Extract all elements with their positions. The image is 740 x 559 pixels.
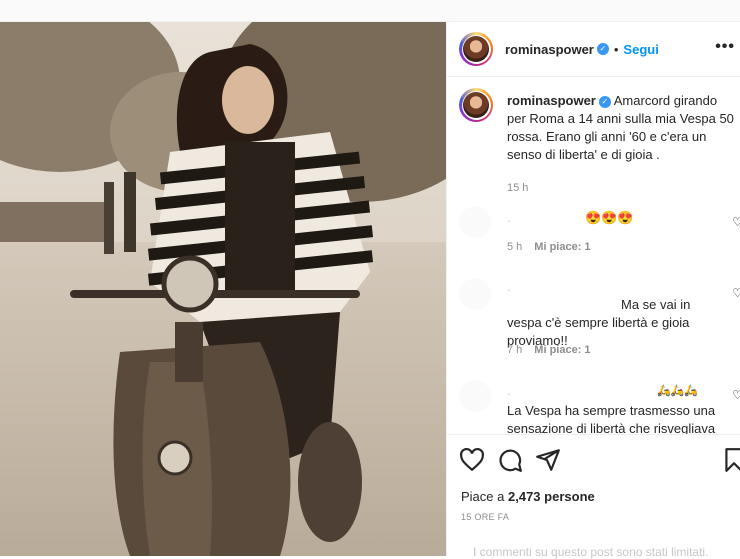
comment-likes[interactable]: Mi piace: 1 [534, 241, 590, 253]
browser-top-bar [0, 0, 740, 22]
comment-emoji: 🛵🛵🛵 [657, 385, 699, 397]
post-side-panel: rominaspower ✓ • Segui ••• rominaspower ✓… [446, 22, 740, 559]
separator-dot: • [613, 41, 619, 57]
commenter-name[interactable]: . [507, 210, 511, 225]
more-icon[interactable]: ••• [715, 38, 735, 56]
comment-likes[interactable]: Mi piace: 1 [534, 344, 590, 356]
comment-text-block: . Ma se vai in vespa c'è sempre libertà … [507, 278, 727, 350]
vespa-photo-image [0, 22, 446, 556]
comment-icon[interactable] [497, 447, 523, 473]
comment-time[interactable]: 7 h [507, 344, 522, 356]
comments-list[interactable]: rominaspower ✓ Amarcord girando per Roma … [447, 78, 740, 434]
likes-count: 2,473 [508, 489, 541, 504]
likes-prefix: Piace a [461, 489, 505, 504]
post-photo[interactable] [0, 22, 446, 556]
commenter-name[interactable]: . [507, 383, 511, 398]
caption-time[interactable]: 15 h [507, 182, 528, 194]
comment-meta: 7 h Mi piace: 1 [507, 344, 591, 356]
verified-icon: ✓ [596, 43, 609, 55]
caption-username[interactable]: rominaspower [507, 93, 596, 108]
commenter-name[interactable]: . [507, 279, 511, 294]
comment-meta: 5 h Mi piace: 1 [507, 241, 591, 253]
follow-button[interactable]: Segui [623, 42, 658, 57]
post-header: rominaspower ✓ • Segui ••• [447, 22, 740, 77]
caption-text-block: rominaspower ✓ Amarcord girando per Roma … [507, 92, 737, 164]
comment-time[interactable]: 5 h [507, 241, 522, 253]
comment-heart-icon[interactable]: ♡ [732, 388, 740, 402]
author-avatar[interactable] [459, 32, 493, 66]
post-actions: Piace a 2,473 persone 15 ORE FA I commen… [447, 434, 740, 559]
caption-avatar[interactable] [459, 88, 493, 122]
comment-text: Ma se vai in vespa c'è sempre libertà e … [507, 297, 691, 348]
commenter-avatar[interactable] [459, 206, 491, 238]
comment-heart-icon[interactable]: ♡ [732, 215, 740, 229]
comment-text: La Vespa ha sempre trasmesso una sensazi… [507, 403, 716, 434]
comments-limited-notice: I commenti su questo post sono stati lim… [473, 545, 709, 559]
likes-summary[interactable]: Piace a 2,473 persone [461, 489, 595, 504]
post-time-ago[interactable]: 15 ORE FA [461, 512, 509, 522]
comment-text-block: . 🛵🛵🛵 La Vespa ha sempre trasmesso una s… [507, 382, 727, 434]
author-username[interactable]: rominaspower [505, 42, 594, 57]
bookmark-icon[interactable] [721, 447, 740, 473]
comment-text: 😍😍😍 [585, 210, 634, 225]
likes-suffix: persone [544, 489, 595, 504]
comment-heart-icon[interactable]: ♡ [732, 286, 740, 300]
verified-icon: ✓ [598, 95, 611, 108]
heart-icon[interactable] [459, 447, 485, 473]
commenter-avatar[interactable] [459, 278, 491, 310]
commenter-avatar[interactable] [459, 380, 491, 412]
comment-text-block: . 😍😍😍 [507, 209, 727, 227]
share-icon[interactable] [535, 447, 561, 473]
